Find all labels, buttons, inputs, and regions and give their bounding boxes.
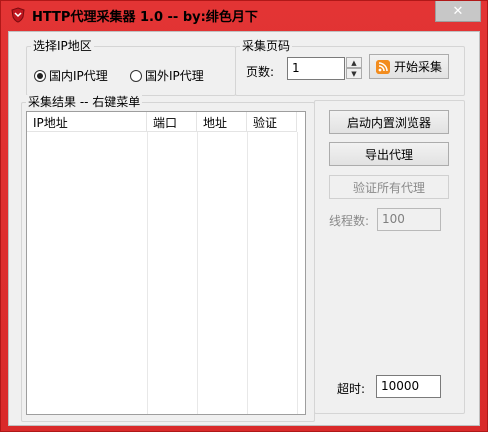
pages-label: 页数:	[246, 65, 275, 79]
chevron-down-icon: ▼	[351, 69, 357, 78]
radio-foreign-circle[interactable]	[130, 69, 142, 82]
radio-domestic-circle[interactable]	[34, 69, 46, 82]
page-group-title: 采集页码	[240, 39, 293, 53]
close-button[interactable]: ✕	[435, 1, 481, 22]
column-verify[interactable]: 验证	[247, 112, 297, 132]
window-title: HTTP代理采集器 1.0 -- by:绯色月下	[32, 10, 258, 25]
column-ip[interactable]: IP地址	[27, 112, 147, 132]
client-area: 选择IP地区 国内IP代理 国外IP代理 采集页码 页数: 1 ▲ ▼ 开始采集…	[8, 31, 480, 426]
column-port[interactable]: 端口	[147, 112, 197, 132]
radio-domestic-label: 国内IP代理	[49, 69, 108, 83]
radio-foreign[interactable]: 国外IP代理	[130, 67, 204, 84]
radio-foreign-label: 国外IP代理	[145, 69, 204, 83]
column-divider	[197, 132, 198, 414]
results-group-title: 采集结果 -- 右键菜单	[26, 95, 143, 109]
timeout-label: 超时:	[337, 382, 366, 396]
title-bar[interactable]: HTTP代理采集器 1.0 -- by:绯色月下 ✕	[1, 1, 487, 29]
rss-icon	[375, 59, 390, 74]
launch-browser-button[interactable]: 启动内置浏览器	[329, 110, 449, 134]
pages-input[interactable]: 1	[287, 57, 345, 80]
radio-selected-dot	[37, 72, 43, 79]
radio-domestic[interactable]: 国内IP代理	[34, 67, 108, 84]
stepper-down-button[interactable]: ▼	[346, 68, 362, 79]
pages-stepper[interactable]: ▲ ▼	[346, 57, 362, 80]
verify-all-label: 验证所有代理	[352, 180, 425, 195]
export-proxies-button[interactable]: 导出代理	[329, 142, 449, 166]
verify-all-button[interactable]: 验证所有代理	[329, 175, 449, 199]
table-header: IP地址 端口 地址 验证	[27, 112, 297, 132]
app-window: HTTP代理采集器 1.0 -- by:绯色月下 ✕ 选择IP地区 国内IP代理…	[0, 0, 488, 432]
column-divider	[147, 132, 148, 414]
timeout-input[interactable]: 10000	[376, 375, 441, 398]
threads-input[interactable]: 100	[377, 208, 441, 231]
column-divider	[247, 132, 248, 414]
launch-browser-label: 启动内置浏览器	[346, 115, 431, 130]
results-table[interactable]: IP地址 端口 地址 验证	[26, 111, 306, 415]
start-collect-label: 开始采集	[393, 60, 442, 74]
start-collect-button[interactable]: 开始采集	[369, 54, 449, 79]
stepper-up-button[interactable]: ▲	[346, 57, 362, 68]
chevron-up-icon: ▲	[351, 58, 357, 67]
close-icon: ✕	[452, 3, 464, 19]
column-divider	[297, 132, 298, 414]
threads-label: 线程数:	[329, 214, 370, 228]
column-location[interactable]: 地址	[197, 112, 247, 132]
region-group-title: 选择IP地区	[31, 39, 94, 53]
shield-icon	[11, 7, 25, 23]
export-proxies-label: 导出代理	[364, 147, 413, 162]
